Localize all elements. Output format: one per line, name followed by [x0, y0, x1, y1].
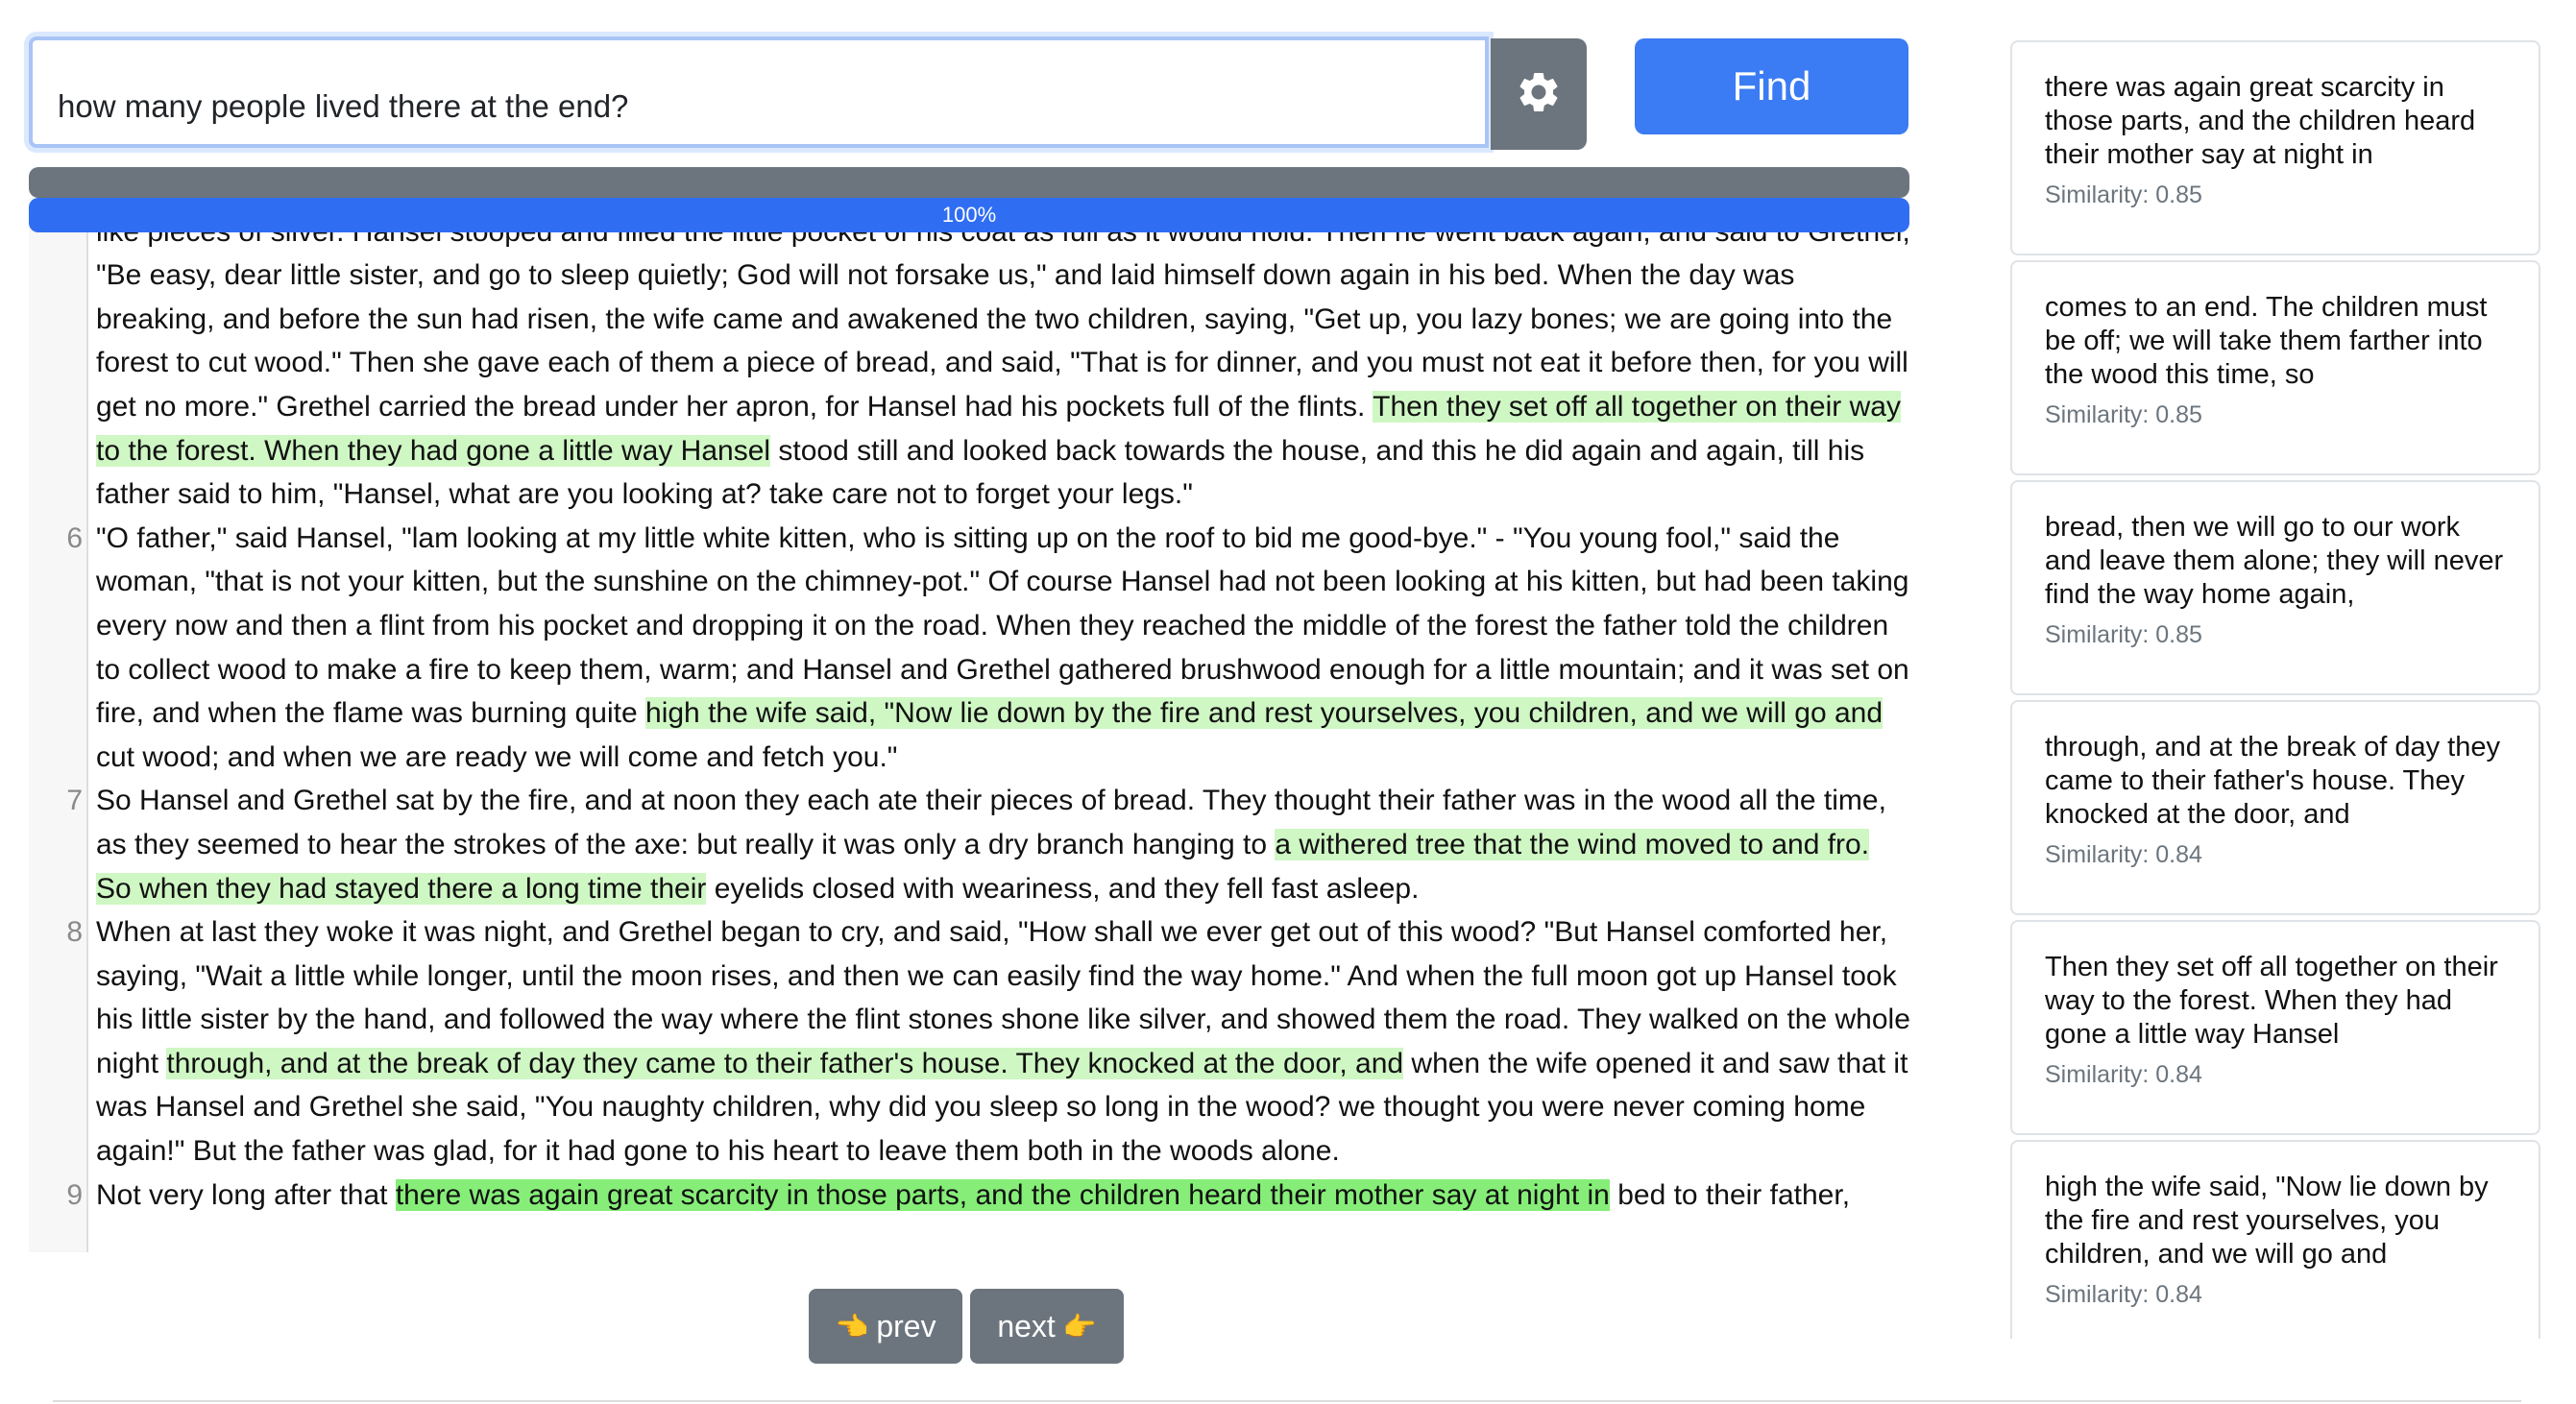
similarity-score: Similarity: 0.85 — [2045, 401, 2202, 428]
highlighted-match: high the wife said, "Now lie down by the… — [645, 697, 1883, 730]
prev-button[interactable]: 👈 prev — [809, 1289, 962, 1364]
prev-label: prev — [876, 1308, 936, 1343]
paragraph: 6 "O father," said Hansel, "lam looking a… — [29, 517, 1911, 780]
progress-track — [29, 167, 1909, 198]
next-button[interactable]: next 👉 — [970, 1289, 1124, 1364]
progress-bar: 100% — [29, 198, 1909, 232]
result-text: high the wife said, "Now lie down by the… — [2045, 1172, 2489, 1270]
left-pointing-hand-icon: 👈 — [835, 1311, 869, 1342]
gear-icon — [1515, 68, 1563, 121]
result-card[interactable]: high the wife said, "Now lie down by the… — [2010, 1140, 2540, 1339]
result-text: there was again great scarcity in those … — [2045, 72, 2476, 170]
result-text: through, and at the break of day they ca… — [2045, 732, 2500, 830]
result-text: Then they set off all together on their … — [2045, 952, 2498, 1050]
result-card[interactable]: comes to an end. The children must be of… — [2010, 260, 2540, 475]
paragraph-text: "O father," said Hansel, "lam looking at… — [96, 517, 1911, 780]
settings-button[interactable] — [1491, 38, 1587, 150]
document-viewer[interactable]: his little coat, opened the back door, a… — [29, 198, 1911, 1252]
paragraph: 9 Not very long after that there was agai… — [29, 1174, 1911, 1218]
right-pointing-hand-icon: 👉 — [1062, 1311, 1097, 1342]
highlighted-match: there was again great scarcity in those … — [395, 1178, 1610, 1211]
paragraph: 7 So Hansel and Grethel sat by the fire, … — [29, 779, 1911, 910]
result-card[interactable]: bread, then we will go to our work and l… — [2010, 480, 2540, 695]
text-segment: cut wood; and when we are ready we will … — [96, 740, 898, 773]
similarity-score: Similarity: 0.84 — [2045, 841, 2202, 868]
similarity-score: Similarity: 0.85 — [2045, 621, 2202, 648]
result-text: comes to an end. The children must be of… — [2045, 292, 2488, 390]
paragraph: 8 When at last they woke it was night, an… — [29, 910, 1911, 1174]
text-segment: eyelids closed with weariness, and they … — [706, 872, 1420, 905]
progress-fill: 100% — [29, 198, 1909, 232]
result-card[interactable]: through, and at the break of day they ca… — [2010, 700, 2540, 915]
similarity-score: Similarity: 0.84 — [2045, 1061, 2202, 1088]
similarity-score: Similarity: 0.84 — [2045, 1281, 2202, 1308]
line-number: 7 — [66, 785, 83, 817]
text-segment: bed to their father, — [1609, 1178, 1851, 1211]
paragraph: his little coat, opened the back door, a… — [29, 198, 1911, 517]
next-label: next — [997, 1308, 1056, 1343]
line-number: 8 — [66, 916, 83, 949]
similarity-score: Similarity: 0.85 — [2045, 182, 2202, 208]
highlighted-match: through, and at the break of day they ca… — [166, 1047, 1404, 1079]
document-content: his little coat, opened the back door, a… — [29, 198, 1911, 1217]
paragraph-text: Not very long after that there was again… — [96, 1174, 1911, 1218]
result-card[interactable]: there was again great scarcity in those … — [2010, 40, 2540, 255]
text-segment: Not very long after that — [96, 1178, 396, 1211]
results-panel[interactable]: there was again great scarcity in those … — [2003, 36, 2540, 1339]
result-text: bread, then we will go to our work and l… — [2045, 512, 2504, 610]
search-input[interactable] — [29, 36, 1489, 148]
paragraph-text: When at last they woke it was night, and… — [96, 910, 1911, 1174]
line-number: 9 — [66, 1178, 83, 1211]
line-number: 6 — [66, 521, 83, 554]
footer-divider — [53, 1400, 2521, 1402]
paragraph-text: So Hansel and Grethel sat by the fire, a… — [96, 779, 1911, 910]
result-card[interactable]: Then they set off all together on their … — [2010, 920, 2540, 1135]
find-button[interactable]: Find — [1635, 38, 1908, 134]
paragraph-text: his little coat, opened the back door, a… — [96, 198, 1911, 517]
